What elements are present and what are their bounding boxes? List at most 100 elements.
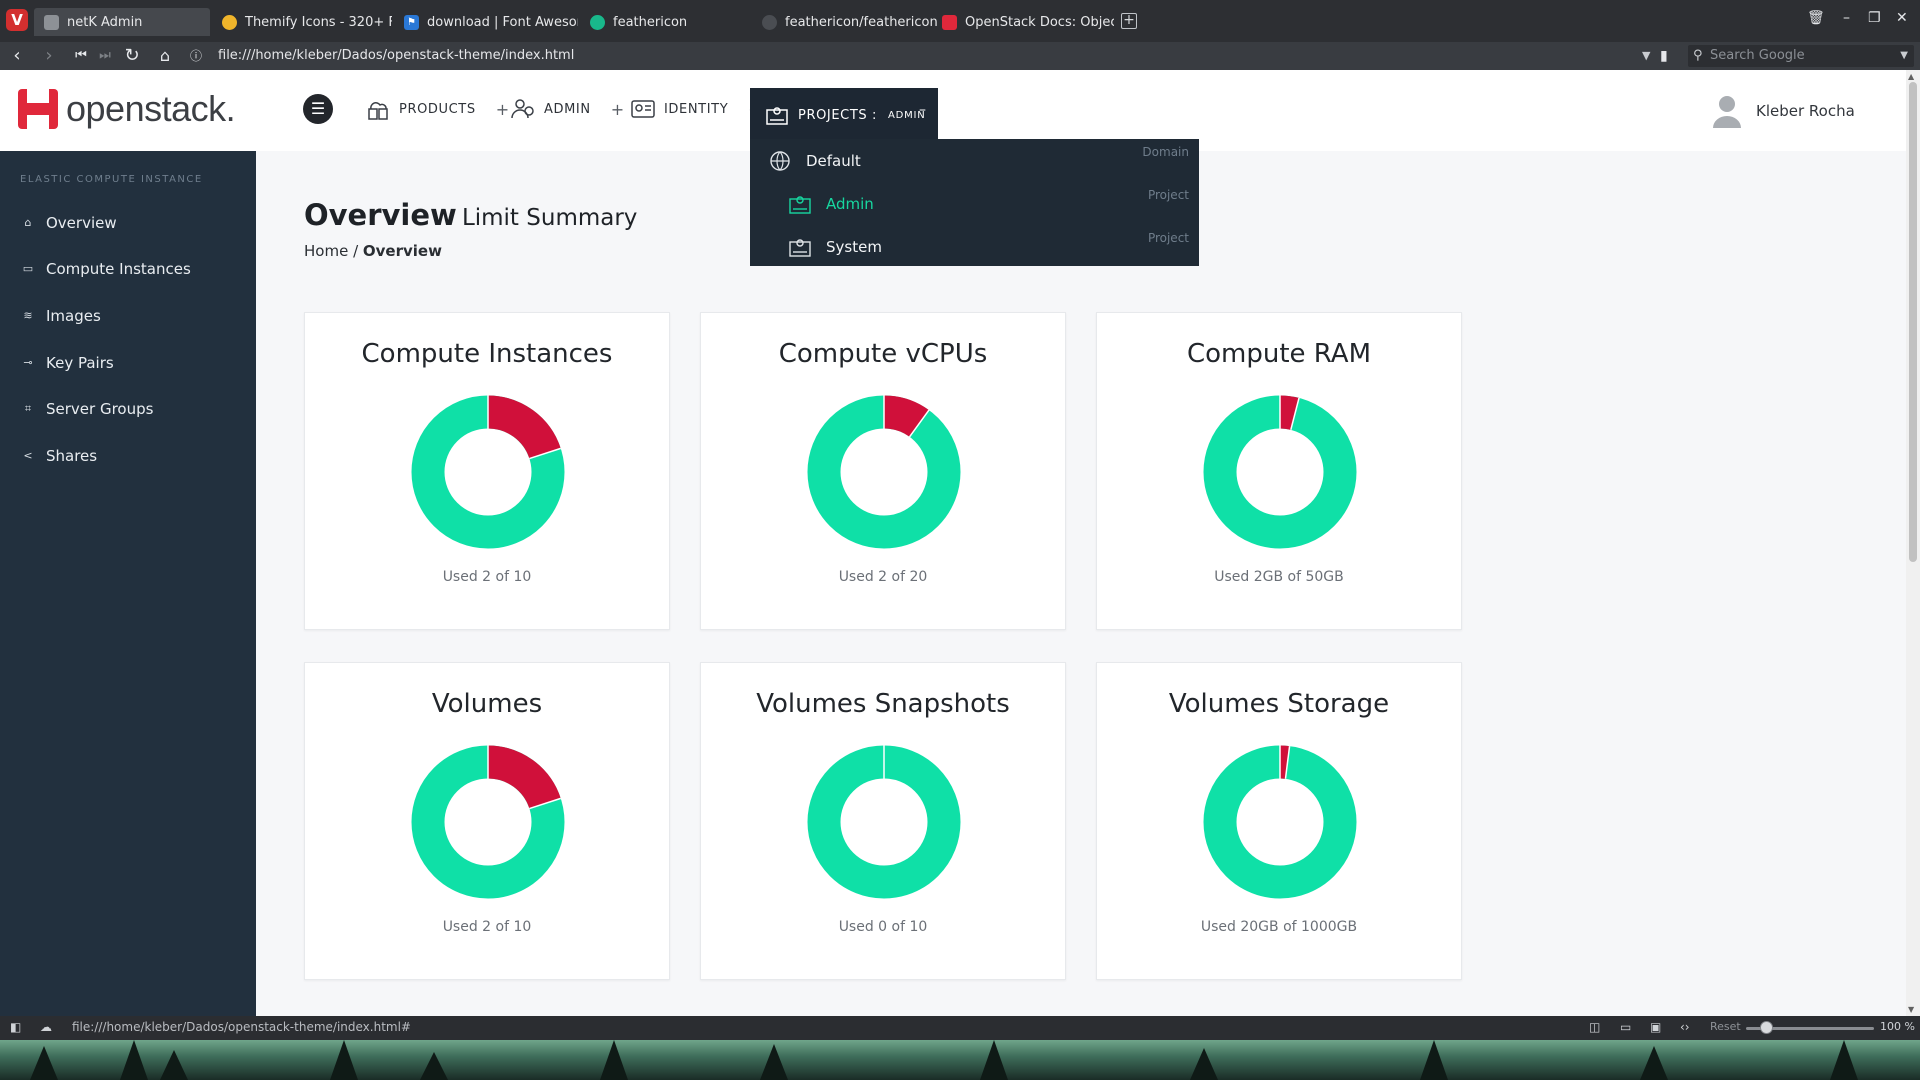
tree-silhouette	[1830, 1040, 1858, 1080]
url-input[interactable]: file:///home/kleber/Dados/openstack-them…	[218, 45, 1698, 67]
nav-products[interactable]: PRODUCTS +	[365, 96, 510, 122]
address-bar: ‹ › ⏮ ⏭ ↻ ⌂ ⓘ file:///home/kleber/Dados/…	[0, 42, 1920, 70]
zoom-reset-button[interactable]: Reset	[1710, 1020, 1741, 1033]
scroll-up-icon[interactable]: ▲	[1908, 72, 1914, 81]
window-icon[interactable]: ▭	[1620, 1020, 1631, 1034]
collapse-minus-icon: –	[919, 102, 926, 118]
projects-icon	[766, 107, 788, 125]
tree-silhouette	[30, 1046, 58, 1080]
new-tab-icon[interactable]: +	[1121, 13, 1137, 29]
page-subtitle: Limit Summary	[461, 205, 638, 231]
tree-silhouette	[1420, 1040, 1448, 1080]
user-menu[interactable]: Kleber Rocha	[1712, 94, 1855, 128]
donut-chart	[807, 395, 961, 549]
sidebar-item-server-groups[interactable]: ⌗ Server Groups	[22, 397, 154, 421]
nav-label: PRODUCTS	[399, 101, 476, 117]
donut-chart	[807, 745, 961, 899]
camera-icon[interactable]: ◫	[1589, 1020, 1600, 1034]
scrollbar-thumb[interactable]	[1909, 82, 1917, 562]
code-icon[interactable]: ‹›	[1680, 1020, 1690, 1034]
tree-silhouette	[760, 1044, 788, 1080]
donut-slice-free	[1203, 745, 1357, 899]
tab-label: download | Font Awesome	[427, 14, 578, 30]
tab-feathericon-github[interactable]: feathericon/feathericon: sim	[752, 8, 938, 36]
search-icon: ⚲	[1693, 48, 1703, 63]
nav-identity[interactable]: IDENTITY +	[630, 96, 762, 122]
expand-plus-icon: +	[495, 99, 510, 119]
url-dropdown-icon[interactable]: ▼	[1642, 45, 1650, 67]
card-caption: Used 20GB of 1000GB	[1200, 919, 1358, 935]
card-title: Volumes	[431, 689, 543, 719]
nav-label: PROJECTS :	[798, 107, 877, 123]
forward-icon[interactable]: ›	[38, 45, 60, 67]
panel-toggle-icon[interactable]: ◧	[10, 1020, 21, 1034]
restore-icon[interactable]: ❐	[1868, 10, 1881, 26]
card-caption: Used 2 of 10	[442, 919, 532, 935]
project-option-type: Domain	[1142, 145, 1189, 159]
card-title: Compute Instances	[361, 339, 613, 369]
sidebar-item-overview[interactable]: ⌂ Overview	[22, 211, 117, 235]
scroll-down-icon[interactable]: ▼	[1908, 1005, 1914, 1014]
limit-card: Volumes Storage Used 20GB of 1000GB	[1096, 662, 1462, 980]
donut-slice-used	[1279, 395, 1300, 430]
sidebar-section-title: ELASTIC COMPUTE INSTANCE	[20, 174, 203, 185]
project-option-default[interactable]: Default	[768, 147, 861, 175]
project-option-system[interactable]: System	[788, 233, 882, 261]
sidebar-item-label: Key Pairs	[46, 354, 114, 372]
donut-slice-used	[487, 745, 561, 810]
flag-icon: ⚑	[404, 14, 419, 30]
trash-icon[interactable]: 🗑	[1807, 10, 1825, 26]
bookmark-icon[interactable]: ▮	[1660, 45, 1668, 67]
sidebar-item-compute-instances[interactable]: ▭ Compute Instances	[22, 257, 191, 281]
limit-card: Volumes Used 2 of 10	[304, 662, 670, 980]
home-icon[interactable]: ⌂	[154, 45, 176, 67]
search-engine-dropdown-icon[interactable]: ▼	[1900, 45, 1908, 67]
zoom-slider-handle[interactable]	[1760, 1021, 1774, 1034]
tab-label: OpenStack Docs: Object Sto	[965, 14, 1114, 30]
tree-silhouette	[600, 1040, 628, 1080]
tab-netk-admin[interactable]: netK Admin	[34, 8, 210, 36]
tab-feathericon[interactable]: feathericon	[580, 8, 750, 36]
breadcrumb-current: Overview	[362, 242, 442, 260]
tab-label: feathericon	[613, 14, 688, 30]
fast-forward-icon[interactable]: ⏭	[94, 45, 116, 67]
page-viewport: openstack. ☰ PRODUCTS + ADMIN + IDENTITY…	[0, 70, 1906, 1016]
tree-silhouette	[1190, 1048, 1218, 1080]
rewind-icon[interactable]: ⏮	[70, 45, 92, 67]
project-option-admin[interactable]: Admin	[788, 190, 874, 218]
key-icon: ⊸	[23, 356, 33, 369]
openstack-logo[interactable]: openstack.	[18, 88, 236, 130]
tree-silhouette	[980, 1040, 1008, 1080]
tab-font-awesome[interactable]: ⚑ download | Font Awesome	[394, 8, 578, 36]
limit-card: Compute Instances Used 2 of 10	[304, 312, 670, 630]
cloud-icon[interactable]: ☁	[40, 1020, 52, 1034]
page-scrollbar[interactable]: ▲ ▼	[1906, 70, 1920, 1016]
reload-icon[interactable]: ↻	[121, 45, 143, 67]
donut-chart	[411, 745, 565, 899]
nav-admin[interactable]: ADMIN +	[510, 96, 625, 122]
sidebar-item-key-pairs[interactable]: ⊸ Key Pairs	[22, 351, 114, 375]
project-option-type: Project	[1147, 188, 1189, 202]
breadcrumb-home[interactable]: Home	[304, 242, 348, 260]
nav-projects[interactable]: PROJECTS : ADMIN –	[750, 88, 938, 140]
project-option-label: Default	[806, 152, 861, 170]
card-title: Volumes Snapshots	[756, 689, 1010, 719]
admin-users-icon	[511, 99, 534, 119]
donut-chart	[1203, 395, 1357, 549]
close-icon[interactable]: ✕	[1896, 10, 1908, 26]
site-info-icon[interactable]: ⓘ	[188, 45, 204, 67]
minimize-icon[interactable]: –	[1843, 10, 1850, 26]
page-title-text: Overview	[304, 198, 457, 232]
tab-label: Themify Icons - 320+ Free I	[245, 14, 392, 30]
menu-toggle-button[interactable]: ☰	[303, 94, 333, 124]
tab-themify[interactable]: Themify Icons - 320+ Free I	[212, 8, 392, 36]
tab-openstack-docs[interactable]: OpenStack Docs: Object Sto	[932, 8, 1114, 36]
vivaldi-logo-icon[interactable]: V	[6, 9, 28, 31]
cloud-servers-icon	[368, 102, 388, 120]
image-icon[interactable]: ▣	[1650, 1020, 1661, 1034]
search-input[interactable]: ⚲ Search Google ▼	[1688, 45, 1914, 67]
sidebar-item-images[interactable]: ≋ Images	[22, 304, 100, 328]
sidebar-item-shares[interactable]: < Shares	[22, 444, 97, 468]
card-caption: Used 2GB of 50GB	[1214, 569, 1344, 585]
back-icon[interactable]: ‹	[6, 45, 28, 67]
